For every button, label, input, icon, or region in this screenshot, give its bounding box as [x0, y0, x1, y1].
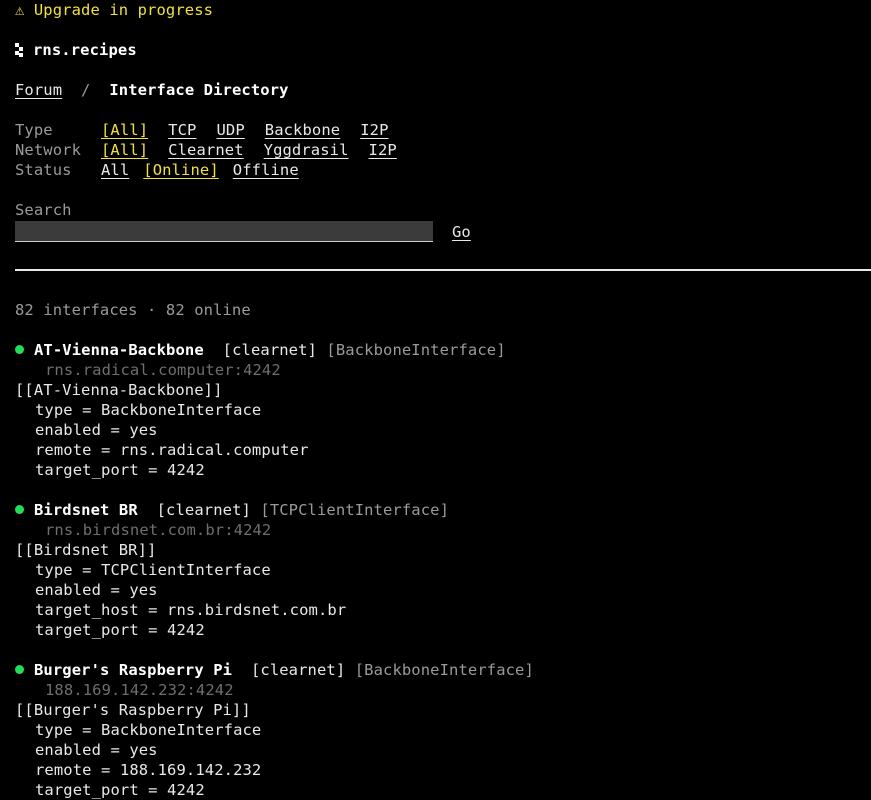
interface-header: AT-Vienna-Backbone [clearnet] [BackboneI… [15, 340, 871, 360]
type-tag: [BackboneInterface] [354, 661, 534, 679]
config-header: [[Birdsnet BR]] [15, 541, 157, 559]
filter-network-clearnet[interactable]: Clearnet [168, 140, 243, 160]
config-line: type = TCPClientInterface [35, 561, 271, 579]
online-status-icon [15, 665, 24, 674]
search-row: Go [15, 220, 871, 243]
filter-type-label: Type [15, 121, 53, 139]
filter-network: Network [All] Clearnet Yggdrasil I2P [15, 140, 871, 160]
interface-address: rns.birdsnet.com.br:4242 [45, 521, 272, 539]
breadcrumb-forum-link[interactable]: Forum [15, 81, 62, 99]
interface-address: rns.radical.computer:4242 [45, 361, 281, 379]
config-line: target_host = rns.birdsnet.com.br [35, 601, 347, 619]
config-line: type = BackboneInterface [35, 401, 262, 419]
filter-status: Status All [Online] Offline [15, 160, 871, 180]
network-tag: [clearnet] [250, 661, 346, 679]
config-line: type = BackboneInterface [35, 721, 262, 739]
filter-type-options: [All] TCP UDP Backbone I2P [101, 120, 409, 140]
online-status-icon [15, 505, 24, 514]
filter-status-all[interactable]: All [101, 160, 129, 180]
type-tag: [TCPClientInterface] [260, 501, 450, 519]
interface-entry: Burger's Raspberry Pi [clearnet] [Backbo… [15, 660, 871, 800]
config-line: target_port = 4242 [35, 621, 205, 639]
site-name[interactable]: rns.recipes [33, 41, 137, 59]
divider [15, 269, 871, 271]
search-input[interactable] [15, 221, 433, 242]
interface-header: Burger's Raspberry Pi [clearnet] [Backbo… [15, 660, 871, 680]
upgrade-banner: ⚠ Upgrade in progress [15, 0, 871, 20]
go-button[interactable]: Go [452, 222, 471, 242]
filter-status-label: Status [15, 161, 72, 179]
config-line: remote = rns.radical.computer [35, 441, 309, 459]
filter-network-all[interactable]: [All] [101, 140, 148, 160]
search-label: Search [15, 201, 72, 219]
interface-name[interactable]: AT-Vienna-Backbone [34, 341, 204, 359]
config-header: [[AT-Vienna-Backbone]] [15, 381, 223, 399]
breadcrumb-separator: / [81, 81, 91, 99]
interface-address: 188.169.142.232:4242 [45, 681, 234, 699]
interface-name[interactable]: Burger's Raspberry Pi [34, 661, 232, 679]
filter-network-options: [All] Clearnet Yggdrasil I2P [101, 140, 417, 160]
pixel-logo-icon [15, 43, 25, 57]
filter-type: Type [All] TCP UDP Backbone I2P [15, 120, 871, 140]
filter-network-label: Network [15, 141, 82, 159]
config-header: [[Burger's Raspberry Pi]] [15, 701, 251, 719]
filter-status-offline[interactable]: Offline [233, 160, 299, 180]
results-summary: 82 interfaces · 82 online [15, 301, 251, 319]
config-line: enabled = yes [35, 741, 158, 759]
breadcrumb-current: Interface Directory [109, 81, 289, 99]
filter-type-backbone[interactable]: Backbone [265, 120, 340, 140]
config-line: target_port = 4242 [35, 781, 205, 799]
interface-entry: AT-Vienna-Backbone [clearnet] [BackboneI… [15, 340, 871, 480]
config-line: enabled = yes [35, 581, 158, 599]
warning-icon: ⚠ [15, 1, 25, 19]
type-tag: [BackboneInterface] [326, 341, 506, 359]
filter-type-udp[interactable]: UDP [216, 120, 244, 140]
interface-header: Birdsnet BR [clearnet] [TCPClientInterfa… [15, 500, 871, 520]
config-line: remote = 188.169.142.232 [35, 761, 262, 779]
online-status-icon [15, 345, 24, 354]
filter-type-i2p[interactable]: I2P [360, 120, 388, 140]
interface-name[interactable]: Birdsnet BR [34, 501, 138, 519]
config-line: target_port = 4242 [35, 461, 205, 479]
network-tag: [clearnet] [156, 501, 251, 519]
site-header: rns.recipes [15, 40, 871, 60]
filter-type-all[interactable]: [All] [101, 120, 148, 140]
network-tag: [clearnet] [222, 341, 317, 359]
page: ⚠ Upgrade in progress rns.recipes Forum … [15, 0, 871, 800]
interface-entry: Birdsnet BR [clearnet] [TCPClientInterfa… [15, 500, 871, 640]
filter-status-options: All [Online] Offline [101, 160, 319, 180]
filter-status-online[interactable]: [Online] [143, 160, 218, 180]
filter-type-tcp[interactable]: TCP [168, 120, 196, 140]
banner-text: Upgrade in progress [33, 1, 214, 19]
filter-network-i2p[interactable]: I2P [369, 140, 397, 160]
config-line: enabled = yes [35, 421, 158, 439]
breadcrumb: Forum / Interface Directory [15, 80, 871, 100]
filter-network-yggdrasil[interactable]: Yggdrasil [264, 140, 349, 160]
